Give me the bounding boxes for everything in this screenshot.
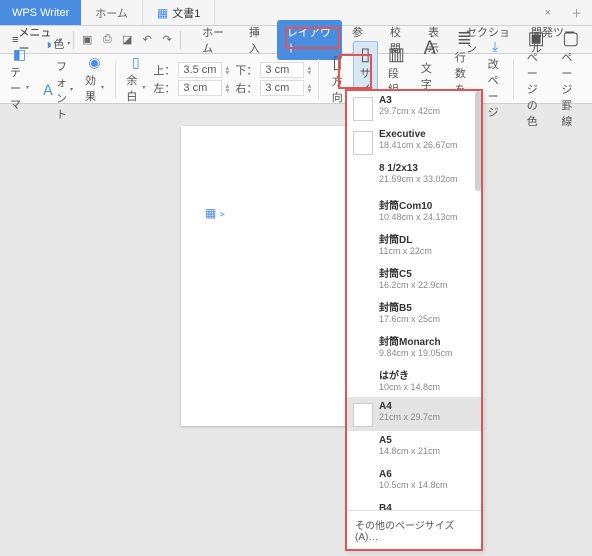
size-dimensions: 9.84cm x 19.05cm [379,348,453,358]
size-option-a6[interactable]: A610.5cm x 14.8cm [347,465,481,499]
margins-button[interactable]: ▯ 余白▾ [122,52,149,106]
size-option-812x13[interactable]: 8 1/2x1321.59cm x 33.02cm [347,159,481,193]
size-option-a4[interactable]: A421cm x 29.7cm [347,397,481,431]
size-name: A3 [379,95,440,106]
separator [180,31,181,49]
effect-button[interactable]: ◉ 効果▾ [81,52,108,106]
size-option-dl[interactable]: 封筒DL11cm x 22cm [347,227,481,261]
size-dimensions: 11cm x 22cm [379,246,432,256]
size-dimensions: 21.59cm x 33.02cm [379,174,458,184]
size-name: 封筒DL [379,231,432,246]
margin-inputs: 上：3.5 cm▴▾ 下：3 cm▴▾ 左：3 cm▴▾ 右：3 cm▴▾ [153,62,311,96]
page-color-button[interactable]: ▣ページの色 [521,26,552,131]
size-option-a5[interactable]: A514.8cm x 21cm [347,431,481,465]
page-thumb-icon [353,97,373,121]
size-dimensions: 10.48cm x 24.13cm [379,212,458,222]
size-name: 封筒Com10 [379,197,458,212]
save-icon[interactable]: ▣ [79,32,95,48]
quick-access-toolbar: ▣ ⎙ ◪ ↶ ↷ [79,32,175,48]
size-dropdown-menu: A329.7cm x 42cmExecutive18.41cm x 26.67c… [346,90,482,550]
size-dimensions: 14.8cm x 21cm [379,446,440,456]
size-option-a3[interactable]: A329.7cm x 42cm [347,91,481,125]
size-option-b5[interactable]: 封筒B517.6cm x 25cm [347,295,481,329]
theme-icon: ◧ [13,46,26,63]
size-dimensions: 17.6cm x 25cm [379,314,440,324]
size-dimensions: 10.5cm x 14.8cm [379,480,448,490]
margin-left-input[interactable]: 3 cm [178,80,222,96]
size-name: 封筒Monarch [379,333,453,348]
ribbon: ◧ テーマ▾ ◑色▾ Ａフォント▾ ◉ 効果▾ ▯ 余白▾ 上：3.5 cm▴▾… [0,54,592,104]
page-break-button[interactable]: ⤓改ページ [484,36,507,122]
print-icon[interactable]: ⎙ [99,32,115,48]
size-list: A329.7cm x 42cmExecutive18.41cm x 26.67c… [347,91,481,510]
color-button[interactable]: ◑色▾ [37,34,77,54]
theme-button[interactable]: ◧ テーマ▾ [6,44,33,114]
size-name: B4 [379,503,448,510]
tab-home[interactable]: ホーム [192,20,239,60]
page-border-icon: ▢ [562,28,579,49]
size-option-monarch[interactable]: 封筒Monarch9.84cm x 19.05cm [347,329,481,363]
size-name: A5 [379,435,440,446]
font-icon: Ａ [41,80,55,100]
tab-insert[interactable]: 挿入 [239,20,277,60]
size-dimensions: 18.41cm x 26.67cm [379,140,458,150]
document-title: 文書1 [172,5,200,21]
margins-icon: ▯ [132,54,140,71]
size-name: はがき [379,367,440,382]
title-tab-home[interactable]: ホーム [81,0,143,25]
size-dimensions: 16.2cm x 22.9cm [379,280,448,290]
app-name: WPS Writer [0,0,81,25]
size-dimensions: 10cm x 14.8cm [379,382,440,392]
size-name: A6 [379,469,448,480]
line-numbers-icon: ≣ [457,28,472,49]
preview-icon[interactable]: ◪ [119,32,135,48]
size-option-c5[interactable]: 封筒C516.2cm x 22.9cm [347,261,481,295]
document-area: ▦﹥ [0,104,592,556]
page-border-button[interactable]: ▢ページ罫線 [555,26,586,131]
page-thumb-icon [353,403,373,427]
size-name: A4 [379,401,440,412]
redo-icon[interactable]: ↷ [159,32,175,48]
size-name: 封筒C5 [379,265,448,280]
page-break-icon: ⤓ [492,38,498,55]
size-name: 8 1/2x13 [379,163,458,174]
size-dimensions: 29.7cm x 42cm [379,106,440,116]
orientation-icon: ▯ [332,52,342,73]
columns-icon: ▥ [388,44,405,65]
page-marker-icon: ▦﹥ [205,204,228,221]
size-dimensions: 21cm x 29.7cm [379,412,440,422]
size-option-com10[interactable]: 封筒Com1010.48cm x 24.13cm [347,193,481,227]
margin-right-input[interactable]: 3 cm [260,80,304,96]
page-thumb-icon [353,131,373,155]
size-icon: ▯ [360,44,370,65]
size-option-executive[interactable]: Executive18.41cm x 26.67cm [347,125,481,159]
page-color-icon: ▣ [528,28,545,49]
document-icon: ▦ [157,6,168,20]
size-name: 封筒B5 [379,299,440,314]
font-button[interactable]: Ａフォント▾ [37,56,77,124]
margin-top-input[interactable]: 3.5 cm [178,62,222,78]
effect-icon: ◉ [88,54,100,71]
size-name: Executive [379,129,458,140]
more-page-sizes[interactable]: その他のページサイズ(A)… [347,510,481,549]
margin-bottom-input[interactable]: 3 cm [260,62,304,78]
size-option-[interactable]: はがき10cm x 14.8cm [347,363,481,397]
undo-icon[interactable]: ↶ [139,32,155,48]
size-option-b4[interactable]: B425.7cm x 36.4cm [347,499,481,510]
scrollbar-thumb[interactable] [475,91,481,191]
palette-icon: ◑ [44,36,52,52]
text-direction-icon: Ａ [421,34,439,60]
